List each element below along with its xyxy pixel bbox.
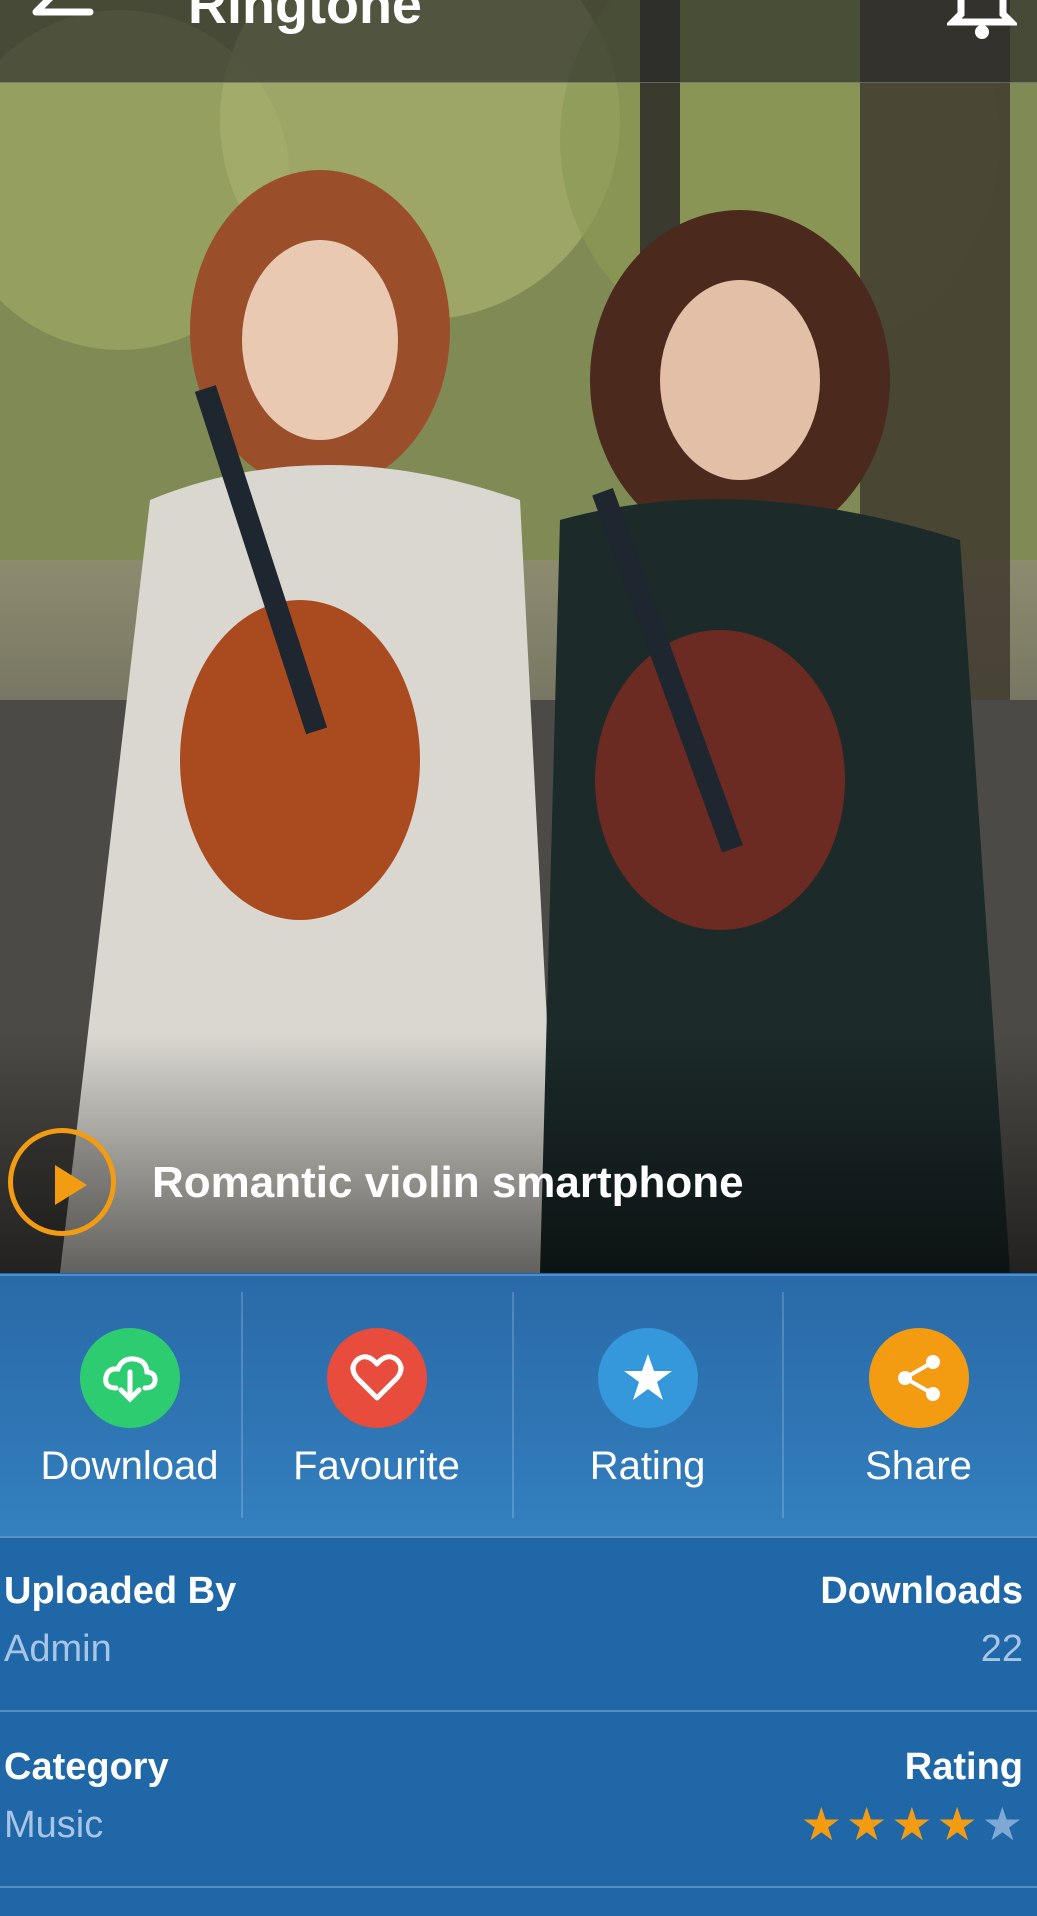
downloads-count: 22 (980, 1628, 1023, 1670)
divider (512, 1292, 514, 1518)
heart-icon (326, 1328, 427, 1428)
image-bottom-gradient (0, 1033, 1037, 1273)
divider (782, 1292, 784, 1518)
notification-bell-icon[interactable] (944, 0, 1020, 42)
star-empty-icon: ★ (981, 1798, 1023, 1850)
app-bar: Ringtone (0, 0, 1037, 83)
share-button[interactable]: Share (789, 1276, 1037, 1532)
uploaded-by-value: Admin (4, 1628, 112, 1670)
uploader-downloads-row: Uploaded By Admin Downloads 22 (0, 1536, 1037, 1712)
page-title: Ringtone (188, 0, 422, 35)
rating-button[interactable]: Rating (518, 1276, 777, 1532)
back-arrow-icon[interactable] (20, 0, 100, 42)
category-rating-row: Category Music Rating ★★★★★ (0, 1712, 1037, 1888)
category-value: Music (4, 1804, 104, 1846)
play-icon (55, 1165, 87, 1205)
star-icon (597, 1328, 698, 1428)
star-filled-icon: ★ (800, 1798, 842, 1850)
category-label: Category (4, 1746, 169, 1788)
share-icon (868, 1328, 969, 1428)
divider (241, 1292, 243, 1518)
downloads-label: Downloads (820, 1570, 1023, 1612)
cloud-download-icon (79, 1328, 180, 1428)
share-label: Share (865, 1444, 972, 1488)
rating-label-heading: Rating (904, 1746, 1023, 1788)
favourite-label: Favourite (293, 1444, 460, 1488)
uploaded-by-label: Uploaded By (4, 1570, 237, 1612)
rating-stars: ★★★★★ (797, 1798, 1023, 1850)
rating-label: Rating (589, 1444, 706, 1488)
star-filled-icon: ★ (846, 1798, 888, 1850)
favourite-button[interactable]: Favourite (247, 1276, 506, 1532)
star-filled-icon: ★ (891, 1798, 933, 1850)
download-button[interactable]: Download (0, 1276, 259, 1532)
action-bar: Download Favourite Rating Share (0, 1274, 1037, 1538)
star-filled-icon: ★ (936, 1798, 978, 1850)
play-button[interactable] (8, 1128, 116, 1236)
ringtone-cover-image (0, 0, 1037, 1273)
download-label: Download (40, 1444, 219, 1488)
song-title: Romantic violin smartphone (152, 1158, 744, 1207)
